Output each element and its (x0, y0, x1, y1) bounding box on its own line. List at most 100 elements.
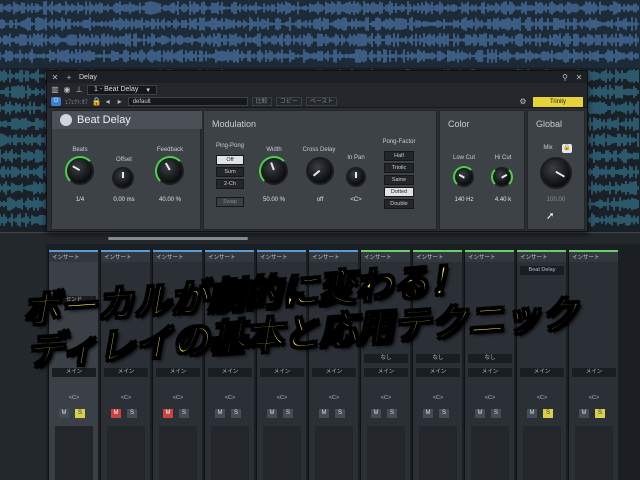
output-main-label[interactable]: メイン (260, 368, 304, 377)
low-cut-knob[interactable] (453, 166, 475, 188)
screenshot: ✕ + Delay ⚲ ✕ ▥ ◉ ⊥ 1 - Beat Delay ▾ ⏻ ｪ… (0, 0, 640, 480)
volume-fader[interactable] (471, 426, 509, 480)
volume-fader[interactable] (523, 426, 561, 480)
pan-value[interactable]: <C> (572, 394, 616, 403)
mix-knob[interactable] (540, 157, 572, 189)
mix-value: 100.00 (546, 197, 566, 203)
swap-button[interactable]: Swap (216, 197, 244, 207)
solo-button[interactable]: S (179, 409, 189, 418)
pan-value[interactable]: <C> (52, 394, 96, 403)
output-main-label[interactable]: メイン (468, 368, 512, 377)
insert-header[interactable]: インサート (49, 250, 98, 262)
output-main-label[interactable]: メイン (156, 368, 200, 377)
volume-fader[interactable] (575, 426, 613, 480)
volume-fader[interactable] (263, 426, 301, 480)
routing-icon[interactable]: ⊥ (75, 85, 83, 94)
window-close-icon[interactable]: ✕ (575, 73, 583, 82)
pong-triolic-button[interactable]: Triolic (384, 163, 414, 173)
scrollbar-thumb[interactable] (108, 237, 248, 240)
feedback-knob[interactable] (155, 156, 185, 186)
close-icon[interactable]: ✕ (51, 73, 59, 82)
pan-value[interactable]: <C> (520, 394, 564, 403)
mix-lock-icon[interactable]: 🔒 (562, 144, 572, 153)
pan-value[interactable]: <C> (416, 394, 460, 403)
record-icon[interactable]: ◉ (63, 85, 71, 94)
width-knob[interactable] (259, 156, 289, 186)
volume-fader[interactable] (159, 426, 197, 480)
pan-value[interactable]: <C> (312, 394, 356, 403)
mute-button[interactable]: M (59, 409, 69, 418)
solo-button[interactable]: S (387, 409, 397, 418)
pingpong-sum-button[interactable]: Sum (216, 167, 244, 177)
volume-fader[interactable] (211, 426, 249, 480)
slot-selector[interactable]: 1 - Beat Delay ▾ (87, 84, 157, 95)
pin-icon[interactable]: ⚲ (561, 73, 569, 82)
pong-half-button[interactable]: Half (384, 151, 414, 161)
mute-button[interactable]: M (163, 409, 173, 418)
compare-button[interactable]: 比較 (251, 97, 272, 106)
insert-header[interactable]: インサート (153, 250, 202, 262)
solo-button[interactable]: S (231, 409, 241, 418)
rack-icon[interactable]: ▥ (51, 85, 59, 94)
input-none-label[interactable]: なし (364, 354, 408, 363)
offset-knob[interactable] (112, 167, 134, 189)
pan-value[interactable]: <C> (104, 394, 148, 403)
pingpong-2ch-button[interactable]: 2-Ch (216, 179, 244, 189)
insert-header[interactable]: インサート (101, 250, 150, 262)
solo-button[interactable]: S (283, 409, 293, 418)
pan-value[interactable]: <C> (364, 394, 408, 403)
mute-button[interactable]: M (579, 409, 589, 418)
insert-header[interactable]: インサート (205, 250, 254, 262)
volume-fader[interactable] (107, 426, 145, 480)
input-none-label[interactable]: なし (416, 354, 460, 363)
solo-button[interactable]: S (127, 409, 137, 418)
output-main-label[interactable]: メイン (364, 368, 408, 377)
preset-name[interactable]: default (127, 97, 248, 106)
preset-prev-icon[interactable]: ◂ (104, 97, 112, 106)
pan-value[interactable]: <C> (468, 394, 512, 403)
lock-icon[interactable]: 🔒 (92, 97, 102, 106)
output-main-label[interactable]: メイン (572, 368, 616, 377)
pong-dotted-button[interactable]: Dotted (384, 187, 414, 197)
solo-button[interactable]: S (543, 409, 553, 418)
mute-button[interactable]: M (111, 409, 121, 418)
gear-icon[interactable]: ⚙ (519, 97, 527, 106)
in-pan-knob[interactable] (346, 167, 366, 187)
mute-button[interactable]: M (267, 409, 277, 418)
mute-button[interactable]: M (215, 409, 225, 418)
pong-same-button[interactable]: Same (384, 175, 414, 185)
hi-cut-knob[interactable] (491, 166, 513, 188)
power-icon[interactable]: ⏻ (51, 97, 61, 106)
mute-button[interactable]: M (423, 409, 433, 418)
beats-knob[interactable] (65, 156, 95, 186)
input-none-label[interactable]: なし (468, 354, 512, 363)
copy-button[interactable]: コピー (275, 97, 302, 106)
pan-value[interactable]: <C> (208, 394, 252, 403)
mute-button[interactable]: M (319, 409, 329, 418)
solo-button[interactable]: S (335, 409, 345, 418)
output-main-label[interactable]: メイン (416, 368, 460, 377)
cross-delay-knob[interactable] (306, 157, 334, 185)
mute-button[interactable]: M (371, 409, 381, 418)
solo-button[interactable]: S (439, 409, 449, 418)
output-main-label[interactable]: メイン (520, 368, 564, 377)
output-main-label[interactable]: メイン (312, 368, 356, 377)
volume-fader[interactable] (315, 426, 353, 480)
solo-button[interactable]: S (491, 409, 501, 418)
mute-button[interactable]: M (475, 409, 485, 418)
preset-next-icon[interactable]: ▸ (116, 97, 124, 106)
pong-double-button[interactable]: Double (384, 199, 414, 209)
mute-button[interactable]: M (527, 409, 537, 418)
pingpong-off-button[interactable]: Off (216, 155, 244, 165)
volume-fader[interactable] (55, 426, 93, 480)
output-main-label[interactable]: メイン (208, 368, 252, 377)
pan-value[interactable]: <C> (260, 394, 304, 403)
paste-button[interactable]: ペースト (305, 97, 338, 106)
solo-button[interactable]: S (75, 409, 85, 418)
pan-value[interactable]: <C> (156, 394, 200, 403)
volume-fader[interactable] (419, 426, 457, 480)
volume-fader[interactable] (367, 426, 405, 480)
add-icon[interactable]: + (65, 73, 73, 82)
trinity-badge[interactable]: Trinity (533, 97, 583, 107)
solo-button[interactable]: S (595, 409, 605, 418)
